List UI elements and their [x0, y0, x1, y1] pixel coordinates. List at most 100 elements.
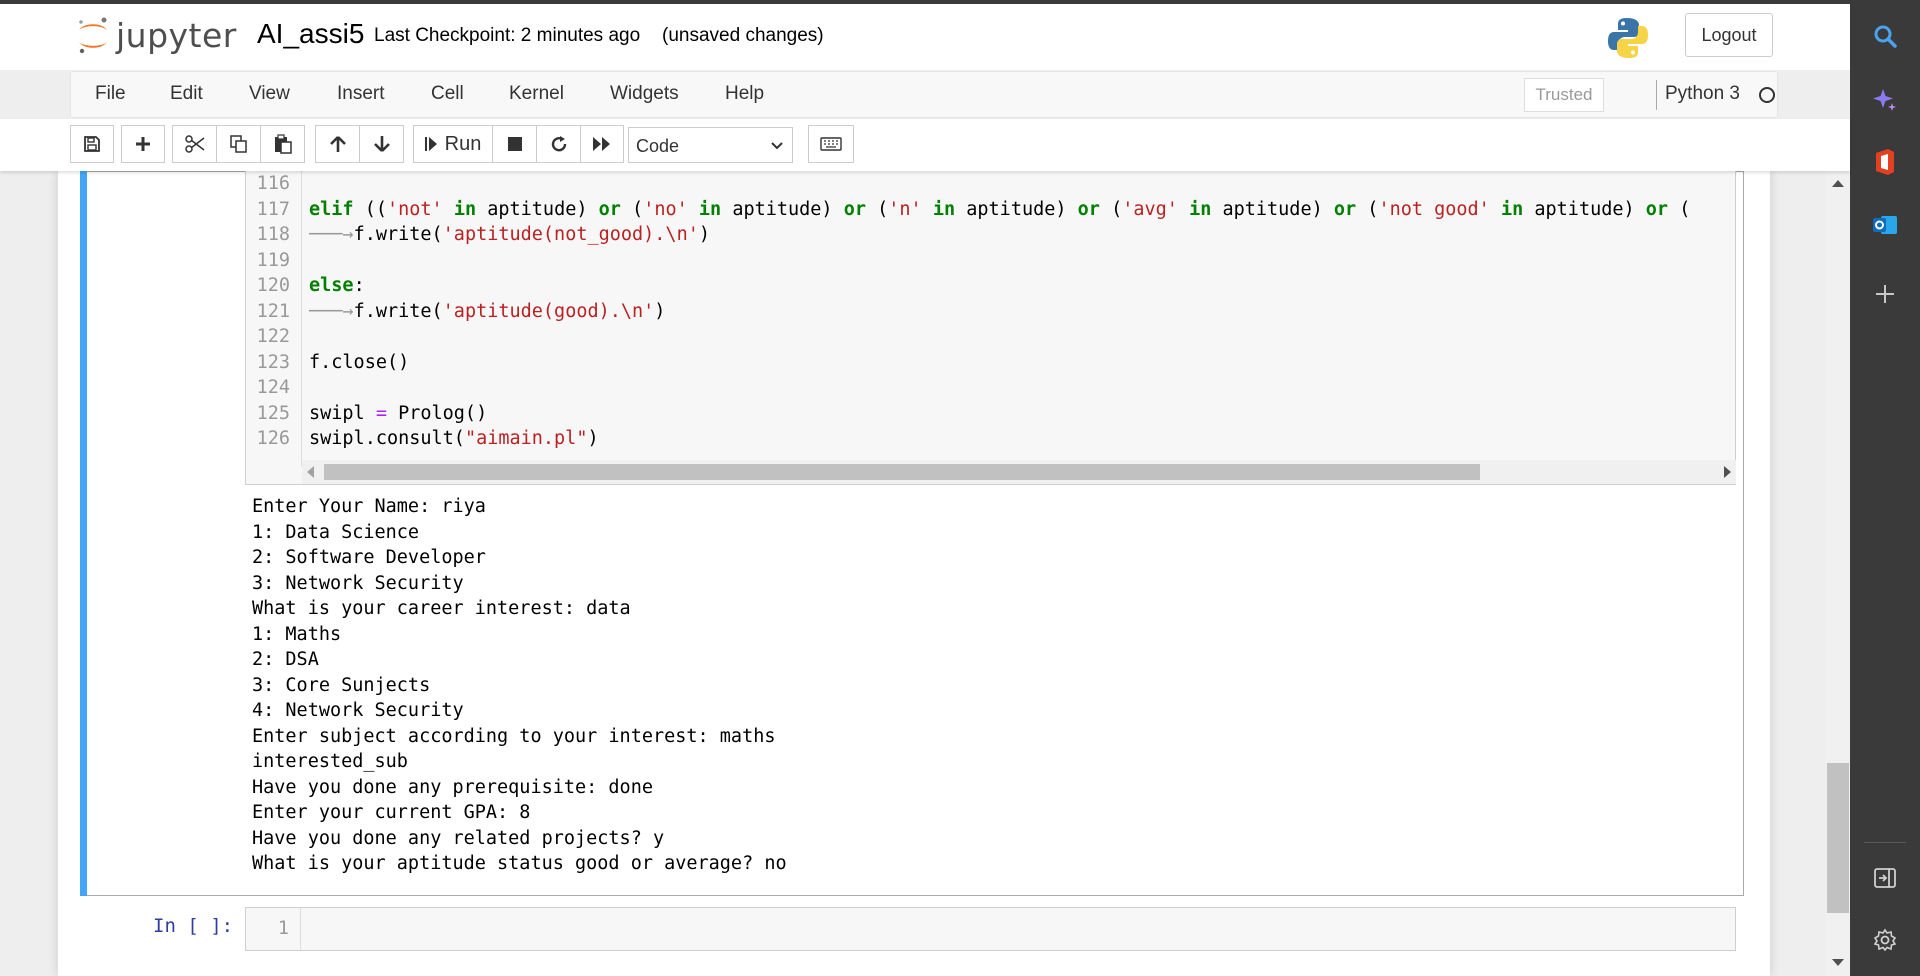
output-line: Enter subject according to your interest…: [252, 725, 776, 747]
restart-kernel-button[interactable]: [536, 125, 581, 163]
output-line: Have you done any prerequisite: done: [252, 776, 653, 798]
restart-run-all-button[interactable]: [580, 125, 624, 163]
menu-cell[interactable]: Cell: [431, 83, 464, 105]
horizontal-scrollbar-thumb[interactable]: [324, 464, 1480, 480]
output-line: 4: Network Security: [252, 700, 464, 721]
jupyter-logo[interactable]: jupyter: [76, 14, 237, 56]
scroll-left-arrow-icon[interactable]: [307, 466, 314, 478]
keyboard-icon: [820, 137, 842, 151]
line-number: 117: [256, 198, 290, 220]
restart-icon: [551, 136, 566, 152]
command-palette-button[interactable]: [808, 125, 854, 163]
logout-button[interactable]: Logout: [1685, 13, 1773, 57]
python-logo-icon: [1606, 16, 1650, 60]
line-number: 126: [256, 428, 290, 449]
menu-view[interactable]: View: [249, 83, 290, 105]
cell-type-select[interactable]: Code: [628, 127, 793, 163]
copy-button[interactable]: [216, 125, 261, 163]
paste-icon: [274, 134, 292, 154]
fast-forward-icon: [593, 137, 610, 151]
output-line: 3: Core Sunjects: [252, 674, 431, 696]
insert-cell-button[interactable]: [121, 125, 165, 163]
notebook-container: 116 117 118 119 120 121 122 123 124 125 …: [58, 171, 1770, 976]
page-scrollbar-thumb[interactable]: [1827, 763, 1849, 913]
run-icon: [424, 137, 437, 151]
trusted-indicator[interactable]: Trusted: [1524, 78, 1604, 112]
move-down-button[interactable]: [359, 125, 404, 163]
selected-cell-indicator: [80, 171, 87, 896]
output-line: Have you done any related projects? y: [252, 827, 665, 849]
code-editor[interactable]: 116 117 118 119 120 121 122 123 124 125 …: [245, 171, 1736, 485]
interrupt-kernel-button[interactable]: [492, 125, 537, 163]
code-line: elif (('not' in aptitude) or ('no' in ap…: [309, 198, 1691, 220]
move-up-button[interactable]: [315, 125, 360, 163]
notebook-header: jupyter AI_assi5 Last Checkpoint: 2 minu…: [0, 4, 1850, 70]
menu-edit[interactable]: Edit: [170, 83, 203, 105]
line-number: 119: [256, 249, 290, 271]
paste-button[interactable]: [260, 125, 305, 163]
line-number: 124: [256, 377, 290, 398]
scroll-right-arrow-icon[interactable]: [1724, 466, 1731, 478]
output-line: What is your aptitude status good or ave…: [252, 853, 787, 874]
arrow-down-icon: [373, 136, 390, 152]
kernel-separator: [1656, 80, 1657, 110]
output-line: 2: Software Developer: [252, 547, 486, 568]
sidebar-divider: [1864, 842, 1906, 843]
stop-icon: [507, 137, 522, 151]
search-icon[interactable]: [1871, 22, 1899, 50]
output-line: Enter Your Name: riya: [252, 496, 486, 517]
scroll-up-arrow-icon[interactable]: [1832, 180, 1844, 187]
autosave-status: (unsaved changes): [662, 25, 824, 46]
checkpoint-status: Last Checkpoint: 2 minutes ago: [374, 25, 641, 46]
output-line: 1: Maths: [252, 623, 342, 645]
code-line: f.close(): [309, 351, 410, 373]
notebook-title[interactable]: AI_assi5: [257, 18, 364, 50]
code-line: ───→f.write('aptitude(not_good).\n'): [309, 224, 710, 245]
kernel-idle-indicator-icon: [1759, 87, 1775, 103]
copilot-sparkle-icon[interactable]: [1871, 86, 1899, 114]
code-line: ───→f.write('aptitude(good).\n'): [309, 300, 666, 322]
run-button[interactable]: Run: [413, 125, 493, 163]
chevron-down-icon: [771, 142, 783, 150]
browser-sidebar: [1850, 0, 1920, 976]
save-icon: [84, 136, 100, 152]
menu-help[interactable]: Help: [725, 83, 764, 105]
horizontal-scrollbar[interactable]: [302, 460, 1736, 484]
settings-gear-icon[interactable]: [1871, 926, 1899, 954]
arrow-up-icon: [329, 136, 346, 152]
code-line: swipl = Prolog(): [309, 402, 488, 424]
cell-type-value: Code: [636, 136, 680, 156]
cut-button[interactable]: [172, 125, 217, 163]
menu-kernel[interactable]: Kernel: [509, 83, 564, 105]
office-icon[interactable]: [1871, 148, 1899, 176]
jupyter-logo-text: jupyter: [116, 15, 237, 55]
jupyter-logo-icon: [76, 14, 110, 56]
scroll-down-arrow-icon[interactable]: [1832, 959, 1844, 966]
cell-prompt: In [ ]:: [153, 915, 234, 937]
empty-code-cell-editor[interactable]: 1: [245, 907, 1736, 951]
menubar: File Edit View Insert Cell Kernel Widget…: [70, 71, 1778, 118]
cut-icon: [184, 135, 204, 153]
toolbar: Run Code: [0, 119, 1850, 171]
code-line: swipl.consult("aimain.pl"): [309, 428, 599, 449]
line-number: 122: [256, 326, 290, 347]
output-line: interested_sub: [252, 751, 408, 772]
output-line: What is your career interest: data: [252, 598, 631, 619]
output-line: Enter your current GPA: 8: [252, 802, 531, 823]
menu-file[interactable]: File: [95, 83, 126, 105]
output-line: 1: Data Science: [252, 521, 420, 543]
add-sidebar-app-icon[interactable]: [1871, 280, 1899, 308]
line-number: 121: [256, 300, 290, 322]
outlook-icon[interactable]: [1871, 211, 1899, 239]
hide-sidebar-icon[interactable]: [1871, 864, 1899, 892]
kernel-name[interactable]: Python 3: [1665, 83, 1740, 105]
menu-insert[interactable]: Insert: [337, 83, 385, 105]
menu-widgets[interactable]: Widgets: [610, 83, 679, 105]
save-button[interactable]: [70, 125, 114, 163]
line-number: 1: [246, 908, 301, 950]
code-line: else:: [309, 275, 365, 296]
line-number: 120: [256, 275, 290, 296]
line-number: 116: [256, 173, 290, 194]
plus-icon: [136, 137, 150, 151]
copy-icon: [229, 135, 247, 153]
